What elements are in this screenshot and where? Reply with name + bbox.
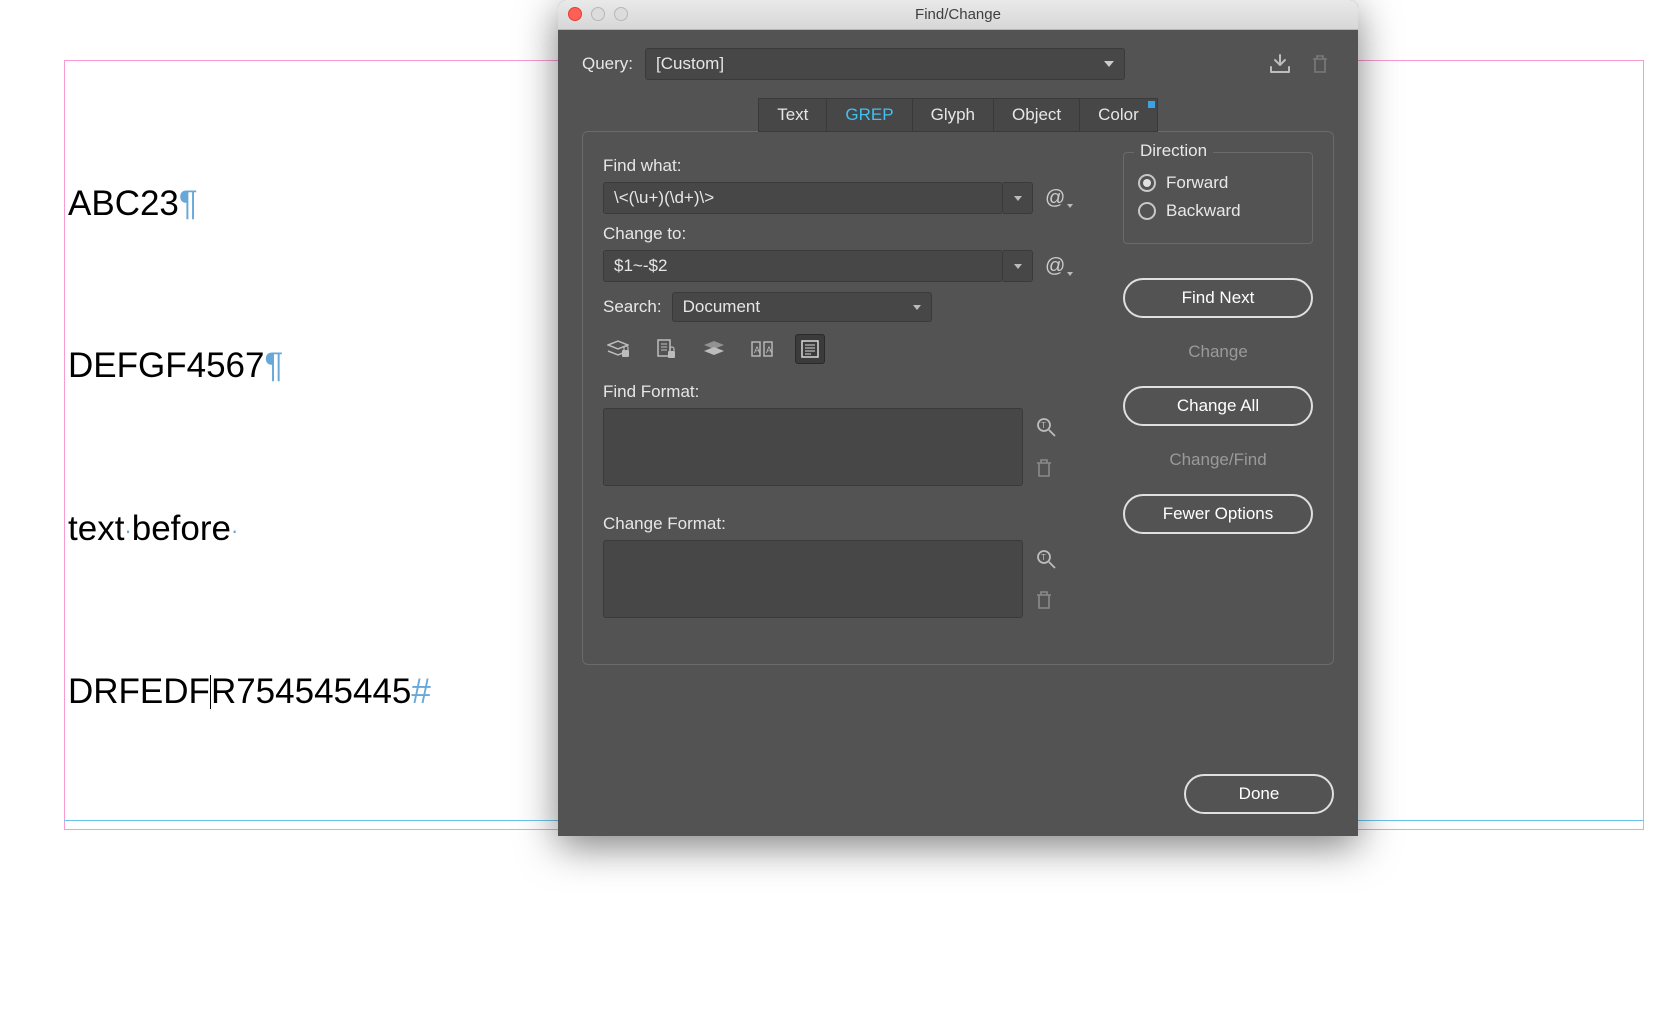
doc-line3b: before: [132, 509, 231, 548]
tab-color[interactable]: Color: [1080, 98, 1158, 132]
svg-text:T: T: [1041, 553, 1046, 562]
pilcrow-icon: ¶: [179, 184, 198, 223]
change-button: Change: [1123, 332, 1313, 372]
tab-grep[interactable]: GREP: [827, 98, 912, 132]
doc-line4a: DRFEDF: [68, 672, 210, 711]
find-what-input[interactable]: \<(\u+)(\d+)\>: [603, 182, 1003, 214]
doc-line2: DEFGF4567: [68, 346, 264, 385]
tab-indicator-icon: [1148, 101, 1155, 108]
svg-text:A: A: [754, 345, 760, 355]
clear-change-format-button[interactable]: [1035, 590, 1059, 614]
direction-forward-label: Forward: [1166, 173, 1228, 193]
include-footnotes-button[interactable]: [795, 334, 825, 364]
query-select[interactable]: [Custom]: [645, 48, 1125, 80]
chevron-down-icon: [1014, 264, 1022, 269]
search-scope-select[interactable]: Document: [672, 292, 932, 322]
doc-line4b: R754545445: [211, 672, 411, 711]
fewer-options-button[interactable]: Fewer Options: [1123, 494, 1313, 534]
include-locked-layers-button[interactable]: [603, 334, 633, 364]
end-of-story-icon: #: [411, 672, 430, 711]
window-zoom-button[interactable]: [614, 7, 628, 21]
direction-forward-radio[interactable]: Forward: [1138, 173, 1298, 193]
direction-backward-label: Backward: [1166, 201, 1241, 221]
special-characters-change-button[interactable]: @: [1045, 255, 1069, 278]
direction-backward-radio[interactable]: Backward: [1138, 201, 1298, 221]
tab-object[interactable]: Object: [994, 98, 1080, 132]
svg-text:T: T: [1041, 421, 1046, 430]
titlebar[interactable]: Find/Change: [558, 0, 1358, 30]
delete-query-button[interactable]: [1306, 51, 1334, 77]
search-label: Search:: [603, 297, 662, 317]
tab-text[interactable]: Text: [758, 98, 827, 132]
change-to-history-button[interactable]: [1003, 250, 1033, 282]
change-to-value: $1~-$2: [614, 256, 992, 276]
search-scope-value: Document: [683, 297, 760, 317]
window-close-button[interactable]: [568, 7, 582, 21]
window-title: Find/Change: [915, 6, 1001, 23]
find-format-label: Find Format:: [603, 382, 1103, 402]
clear-find-format-button[interactable]: [1035, 458, 1059, 482]
chevron-down-icon: [1104, 61, 1114, 67]
query-label: Query:: [582, 54, 633, 74]
include-master-pages-button[interactable]: AA: [747, 334, 777, 364]
chevron-down-icon: [1014, 196, 1022, 201]
specify-find-format-button[interactable]: T: [1035, 416, 1059, 440]
special-characters-find-button[interactable]: @: [1045, 187, 1069, 210]
specify-change-format-button[interactable]: T: [1035, 548, 1059, 572]
change-format-label: Change Format:: [603, 514, 1103, 534]
radio-icon: [1138, 202, 1156, 220]
include-locked-stories-button[interactable]: [651, 334, 681, 364]
pilcrow-icon: ¶: [264, 346, 283, 385]
tab-glyph[interactable]: Glyph: [913, 98, 994, 132]
chevron-down-icon: [1067, 204, 1073, 208]
find-what-value: \<(\u+)(\d+)\>: [614, 188, 992, 208]
direction-group: Direction Forward Backward: [1123, 152, 1313, 244]
include-hidden-layers-button[interactable]: [699, 334, 729, 364]
find-next-button[interactable]: Find Next: [1123, 278, 1313, 318]
done-button[interactable]: Done: [1184, 774, 1334, 814]
find-format-box[interactable]: [603, 408, 1023, 486]
svg-text:A: A: [766, 345, 772, 355]
window-minimize-button[interactable]: [591, 7, 605, 21]
find-change-dialog: Find/Change Query: [Custom] Text GREP Gl…: [558, 0, 1358, 836]
change-all-button[interactable]: Change All: [1123, 386, 1313, 426]
change-to-label: Change to:: [603, 224, 1103, 244]
change-to-input[interactable]: $1~-$2: [603, 250, 1003, 282]
radio-icon: [1138, 174, 1156, 192]
doc-line3a: text: [68, 509, 124, 548]
find-what-history-button[interactable]: [1003, 182, 1033, 214]
space-marker-icon: ·: [124, 518, 131, 543]
chevron-down-icon: [1067, 272, 1073, 276]
change-find-button: Change/Find: [1123, 440, 1313, 480]
document-text[interactable]: ABC23¶ DEFGF4567¶ text·before· DRFEDFR75…: [68, 68, 431, 828]
direction-title: Direction: [1134, 141, 1213, 161]
doc-line1: ABC23: [68, 184, 179, 223]
space-marker-icon: ·: [231, 518, 238, 543]
chevron-down-icon: [913, 305, 921, 310]
save-query-button[interactable]: [1266, 51, 1294, 77]
find-what-label: Find what:: [603, 156, 1103, 176]
query-selected-value: [Custom]: [656, 54, 724, 74]
change-format-box[interactable]: [603, 540, 1023, 618]
tab-bar: Text GREP Glyph Object Color: [582, 98, 1334, 132]
